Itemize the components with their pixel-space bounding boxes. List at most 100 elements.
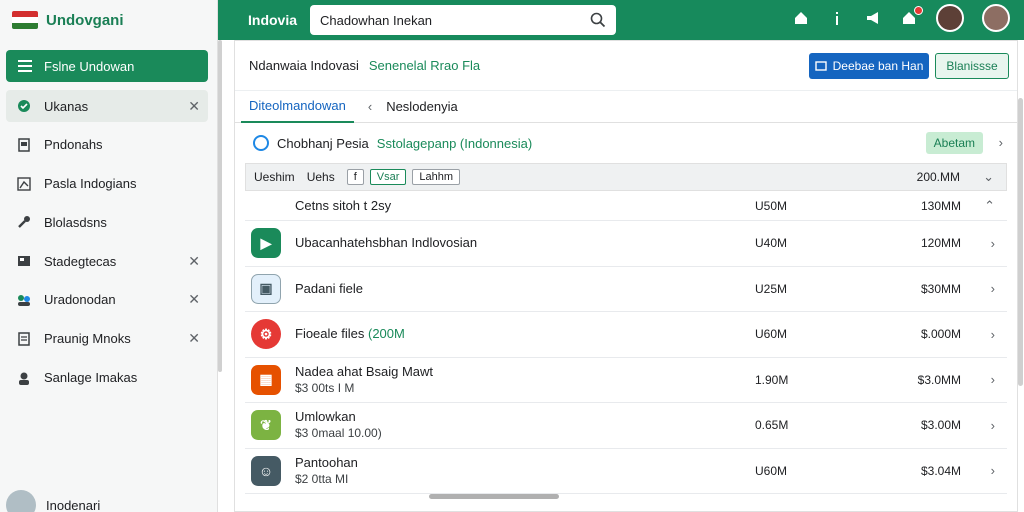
info-title: Chobhanj Pesia (277, 135, 369, 151)
sidebar-nav: Ukanas ✕ Pndonahs Pasla Indogians Blolas… (6, 90, 208, 400)
row-name: Padani fiele (295, 280, 363, 296)
row-size: U60M (755, 327, 788, 342)
sidebar-item-label: Uradonodan (44, 292, 116, 308)
tab-active[interactable]: Diteolmandowan (241, 91, 354, 123)
menu-icon (18, 60, 32, 72)
row-total: $3.04M (920, 463, 961, 478)
header-cell[interactable]: Uehs (307, 170, 335, 184)
profile[interactable]: Inodenari (6, 490, 100, 512)
chevron-down-icon[interactable]: ⌄ (983, 169, 994, 185)
gear-icon: ⚙ (251, 319, 281, 350)
file-list: Cetns sitoh t 2sy U50M 130MM ⌃ ▶ Ubacanh… (245, 191, 1007, 494)
row-highlight: (200M (368, 326, 405, 342)
sidebar-scrollbar[interactable] (218, 40, 222, 372)
table-header: Ueshim Uehs f Vsar Lahhm 200.MM ⌄ (245, 163, 1007, 191)
table-row[interactable]: ⚙ Fioeale files (200M U60M $.000M › (245, 312, 1007, 358)
search-box[interactable] (310, 5, 616, 35)
table-row[interactable]: Cetns sitoh t 2sy U50M 130MM ⌃ (245, 191, 1007, 221)
sidebar-item-label: Pasla Indogians (44, 176, 137, 192)
sidebar-item-0[interactable]: Ukanas ✕ (6, 90, 208, 122)
sidebar-item-2[interactable]: Pasla Indogians (6, 168, 208, 200)
sidebar-item-1[interactable]: Pndonahs (6, 129, 208, 161)
chevron-right-icon[interactable]: › (991, 327, 995, 342)
table-row[interactable]: ☺ Pantoohan $2 0tta MI U60M $3.04M › (245, 449, 1007, 494)
second-avatar[interactable] (982, 4, 1010, 32)
notification-home-icon[interactable] (900, 6, 923, 27)
flag-icon (12, 11, 38, 29)
secondary-toolbar-button[interactable]: Blanissse (935, 53, 1009, 79)
circle-badge-icon (16, 98, 32, 114)
chevron-right-icon[interactable]: › (991, 236, 995, 251)
row-subtitle: $3 0maal 10.00) (295, 426, 382, 441)
row-name: Umlowkan $3 0maal 10.00) (295, 409, 382, 441)
chevron-right-icon[interactable]: › (991, 281, 995, 296)
secondary-toolbar-label: Blanissse (946, 59, 998, 73)
back-chevron-icon[interactable]: ‹ (368, 99, 372, 114)
filter-chip[interactable]: Vsar (369, 169, 407, 185)
brand[interactable]: Undovgani (0, 0, 217, 40)
chevron-right-icon[interactable]: › (991, 418, 995, 433)
people-icon (16, 292, 32, 308)
primary-toolbar-button[interactable]: Deebae ban Han (809, 53, 929, 79)
breadcrumb-sub[interactable]: Senenelal Rrao Fla (369, 58, 480, 73)
row-subtitle: $2 0tta MI (295, 471, 349, 486)
top-title: Indovia (248, 12, 298, 28)
refresh-icon (253, 135, 269, 151)
primary-action-button[interactable]: Fslne Undowan (6, 50, 208, 82)
info-action-button[interactable]: Abetam (925, 132, 983, 154)
breadcrumb-main[interactable]: Ndanwaia Indovasi (249, 58, 359, 73)
sidebar-item-label: Pndonahs (44, 137, 103, 153)
sidebar-item-3[interactable]: Blolasdsns (6, 206, 208, 238)
search-icon[interactable] (590, 12, 606, 28)
close-icon[interactable]: ✕ (188, 98, 200, 115)
sidebar: Undovgani Fslne Undowan Ukanas ✕ Pndonah… (0, 0, 218, 512)
chevron-right-icon[interactable]: › (999, 135, 1003, 150)
leaf-icon: ❦ (251, 410, 281, 441)
megaphone-icon[interactable] (864, 9, 882, 27)
close-icon[interactable]: ✕ (188, 253, 200, 270)
vertical-scrollbar[interactable] (1018, 98, 1023, 386)
user-gear-icon (16, 370, 32, 386)
close-icon[interactable]: ✕ (188, 291, 200, 308)
table-row[interactable]: ▶ Ubacanhatehsbhan Indlovosian U40M 120M… (245, 221, 1007, 267)
sidebar-item-6[interactable]: Praunig Mnoks ✕ (6, 323, 208, 355)
table-row[interactable]: ▣ Padani fiele U25M $30MM › (245, 267, 1007, 312)
home-icon[interactable] (792, 9, 810, 27)
user-avatar[interactable] (936, 4, 964, 32)
info-icon[interactable] (828, 9, 846, 27)
row-name-text: Pantoohan (295, 454, 358, 470)
sidebar-item-label: Stadegtecas (44, 253, 117, 269)
row-size: U40M (755, 236, 788, 251)
sidebar-item-4[interactable]: Stadegtecas ✕ (6, 245, 208, 277)
window-icon (814, 61, 827, 71)
row-name: Pantoohan $2 0tta MI (295, 455, 358, 487)
top-icons (792, 4, 1010, 32)
close-icon[interactable]: ✕ (188, 330, 200, 347)
sidebar-item-label: Ukanas (44, 98, 89, 114)
sidebar-item-7[interactable]: Sanlage Imakas (6, 362, 208, 394)
info-row: Chobhanj Pesia Sstolagepanp (Indonnesia)… (235, 123, 1017, 163)
filter-chip[interactable]: Lahhm (412, 169, 461, 185)
row-size: U50M (755, 198, 788, 213)
sidebar-item-5[interactable]: Uradonodan ✕ (6, 284, 208, 316)
chevron-right-icon[interactable]: › (991, 372, 995, 387)
row-total: $.000M (920, 327, 961, 342)
card-icon (16, 253, 32, 269)
filter-chip[interactable]: f (346, 169, 364, 185)
header-total: 200.MM (916, 170, 960, 184)
chevron-up-icon[interactable]: ⌃ (984, 198, 995, 214)
brand-name: Undovgani (46, 11, 124, 29)
row-name: Fioeale files (200M (295, 326, 405, 342)
row-size: 1.90M (755, 372, 789, 387)
row-total: $3.00M (920, 418, 961, 433)
tab-second[interactable]: Neslodenyia (386, 99, 458, 114)
table-row[interactable]: ❦ Umlowkan $3 0maal 10.00) 0.65M $3.00M › (245, 403, 1007, 449)
search-input[interactable] (320, 12, 560, 28)
row-name: Nadea ahat Bsaig Mawt $3 00ts I M (295, 364, 433, 396)
wrench-icon (16, 214, 32, 230)
row-size: U60M (755, 463, 788, 478)
table-row[interactable]: ▦ Nadea ahat Bsaig Mawt $3 00ts I M 1.90M… (245, 358, 1007, 403)
header-cell[interactable]: Ueshim (254, 170, 295, 184)
chevron-right-icon[interactable]: › (991, 463, 995, 478)
horizontal-scrollbar[interactable] (429, 494, 559, 499)
